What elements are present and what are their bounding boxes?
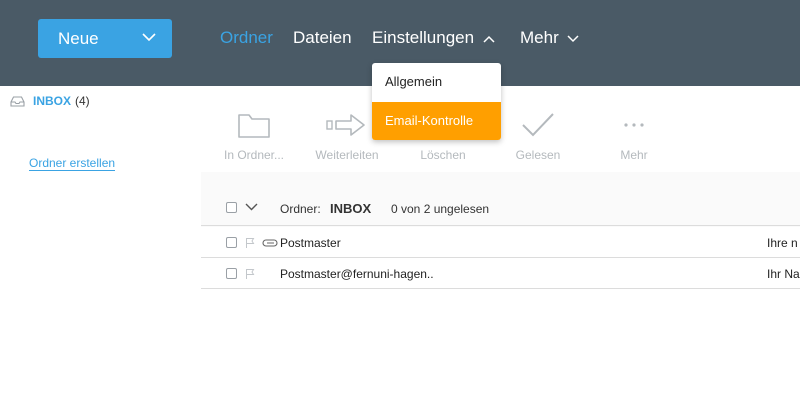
- message-sender: Postmaster: [280, 236, 341, 250]
- chevron-up-icon: [483, 35, 495, 43]
- folder-label: Ordner:: [280, 202, 321, 216]
- new-button-label: Neue: [58, 28, 99, 48]
- message-subject: Ihre n: [767, 236, 798, 250]
- inbox-name: INBOX: [33, 94, 72, 108]
- forward-label: Weiterleiten: [315, 148, 379, 162]
- message-checkbox[interactable]: [226, 237, 237, 248]
- unread-count: 0 von 2 ungelesen: [391, 202, 490, 216]
- move-to-folder-label: In Ordner...: [223, 148, 285, 162]
- message-row[interactable]: Postmaster@fernuni-hagen.. Ihr Na: [201, 258, 800, 289]
- folder-name: INBOX: [330, 201, 372, 216]
- message-list: Ordner: INBOX 0 von 2 ungelesen Postmast…: [201, 172, 800, 289]
- forward-arrow-icon: [326, 114, 365, 136]
- new-button[interactable]: Neue: [38, 19, 172, 58]
- list-header: Ordner: INBOX 0 von 2 ungelesen: [201, 172, 800, 226]
- nav-mehr-label: Mehr: [520, 28, 559, 47]
- message-subject: Ihr Na: [767, 267, 800, 281]
- nav-einstellungen[interactable]: Einstellungen: [372, 28, 495, 48]
- sidebar-item-inbox[interactable]: INBOX (4): [10, 94, 90, 108]
- message-row[interactable]: Postmaster Ihre n: [201, 227, 800, 258]
- create-folder-link[interactable]: Ordner erstellen: [29, 156, 116, 171]
- nav-ordner[interactable]: Ordner: [220, 28, 273, 48]
- more-actions-button[interactable]: Mehr: [589, 105, 679, 162]
- chevron-down-icon[interactable]: [142, 33, 156, 42]
- nav-ordner-label: Ordner: [220, 28, 273, 47]
- message-checkbox[interactable]: [226, 268, 237, 279]
- nav-einstellungen-label: Einstellungen: [372, 28, 475, 47]
- mark-read-button[interactable]: Gelesen: [493, 105, 583, 162]
- chevron-down-icon: [567, 34, 579, 42]
- folder-icon: [238, 114, 270, 138]
- nav-dateien[interactable]: Dateien: [293, 28, 352, 48]
- menu-item-email-kontrolle[interactable]: Email-Kontrolle: [372, 102, 501, 140]
- chevron-down-icon[interactable]: [245, 203, 258, 211]
- inbox-icon: [10, 95, 25, 107]
- settings-dropdown-menu: Allgemein Email-Kontrolle: [372, 63, 501, 140]
- attachment-icon: [262, 239, 278, 247]
- flag-icon[interactable]: [245, 237, 255, 249]
- mark-read-label: Gelesen: [515, 148, 561, 162]
- delete-label: Löschen: [420, 148, 466, 162]
- move-to-folder-button[interactable]: In Ordner...: [209, 105, 299, 162]
- flag-icon[interactable]: [245, 268, 255, 280]
- message-sender: Postmaster@fernuni-hagen..: [280, 267, 434, 281]
- nav-dateien-label: Dateien: [293, 28, 352, 47]
- more-actions-label: Mehr: [620, 148, 648, 162]
- inbox-count: (4): [75, 94, 90, 108]
- nav-mehr[interactable]: Mehr: [520, 28, 579, 48]
- more-dots-icon: [624, 123, 644, 127]
- menu-item-allgemein[interactable]: Allgemein: [372, 63, 501, 101]
- select-all-checkbox[interactable]: [226, 202, 237, 213]
- checkmark-icon: [522, 113, 554, 137]
